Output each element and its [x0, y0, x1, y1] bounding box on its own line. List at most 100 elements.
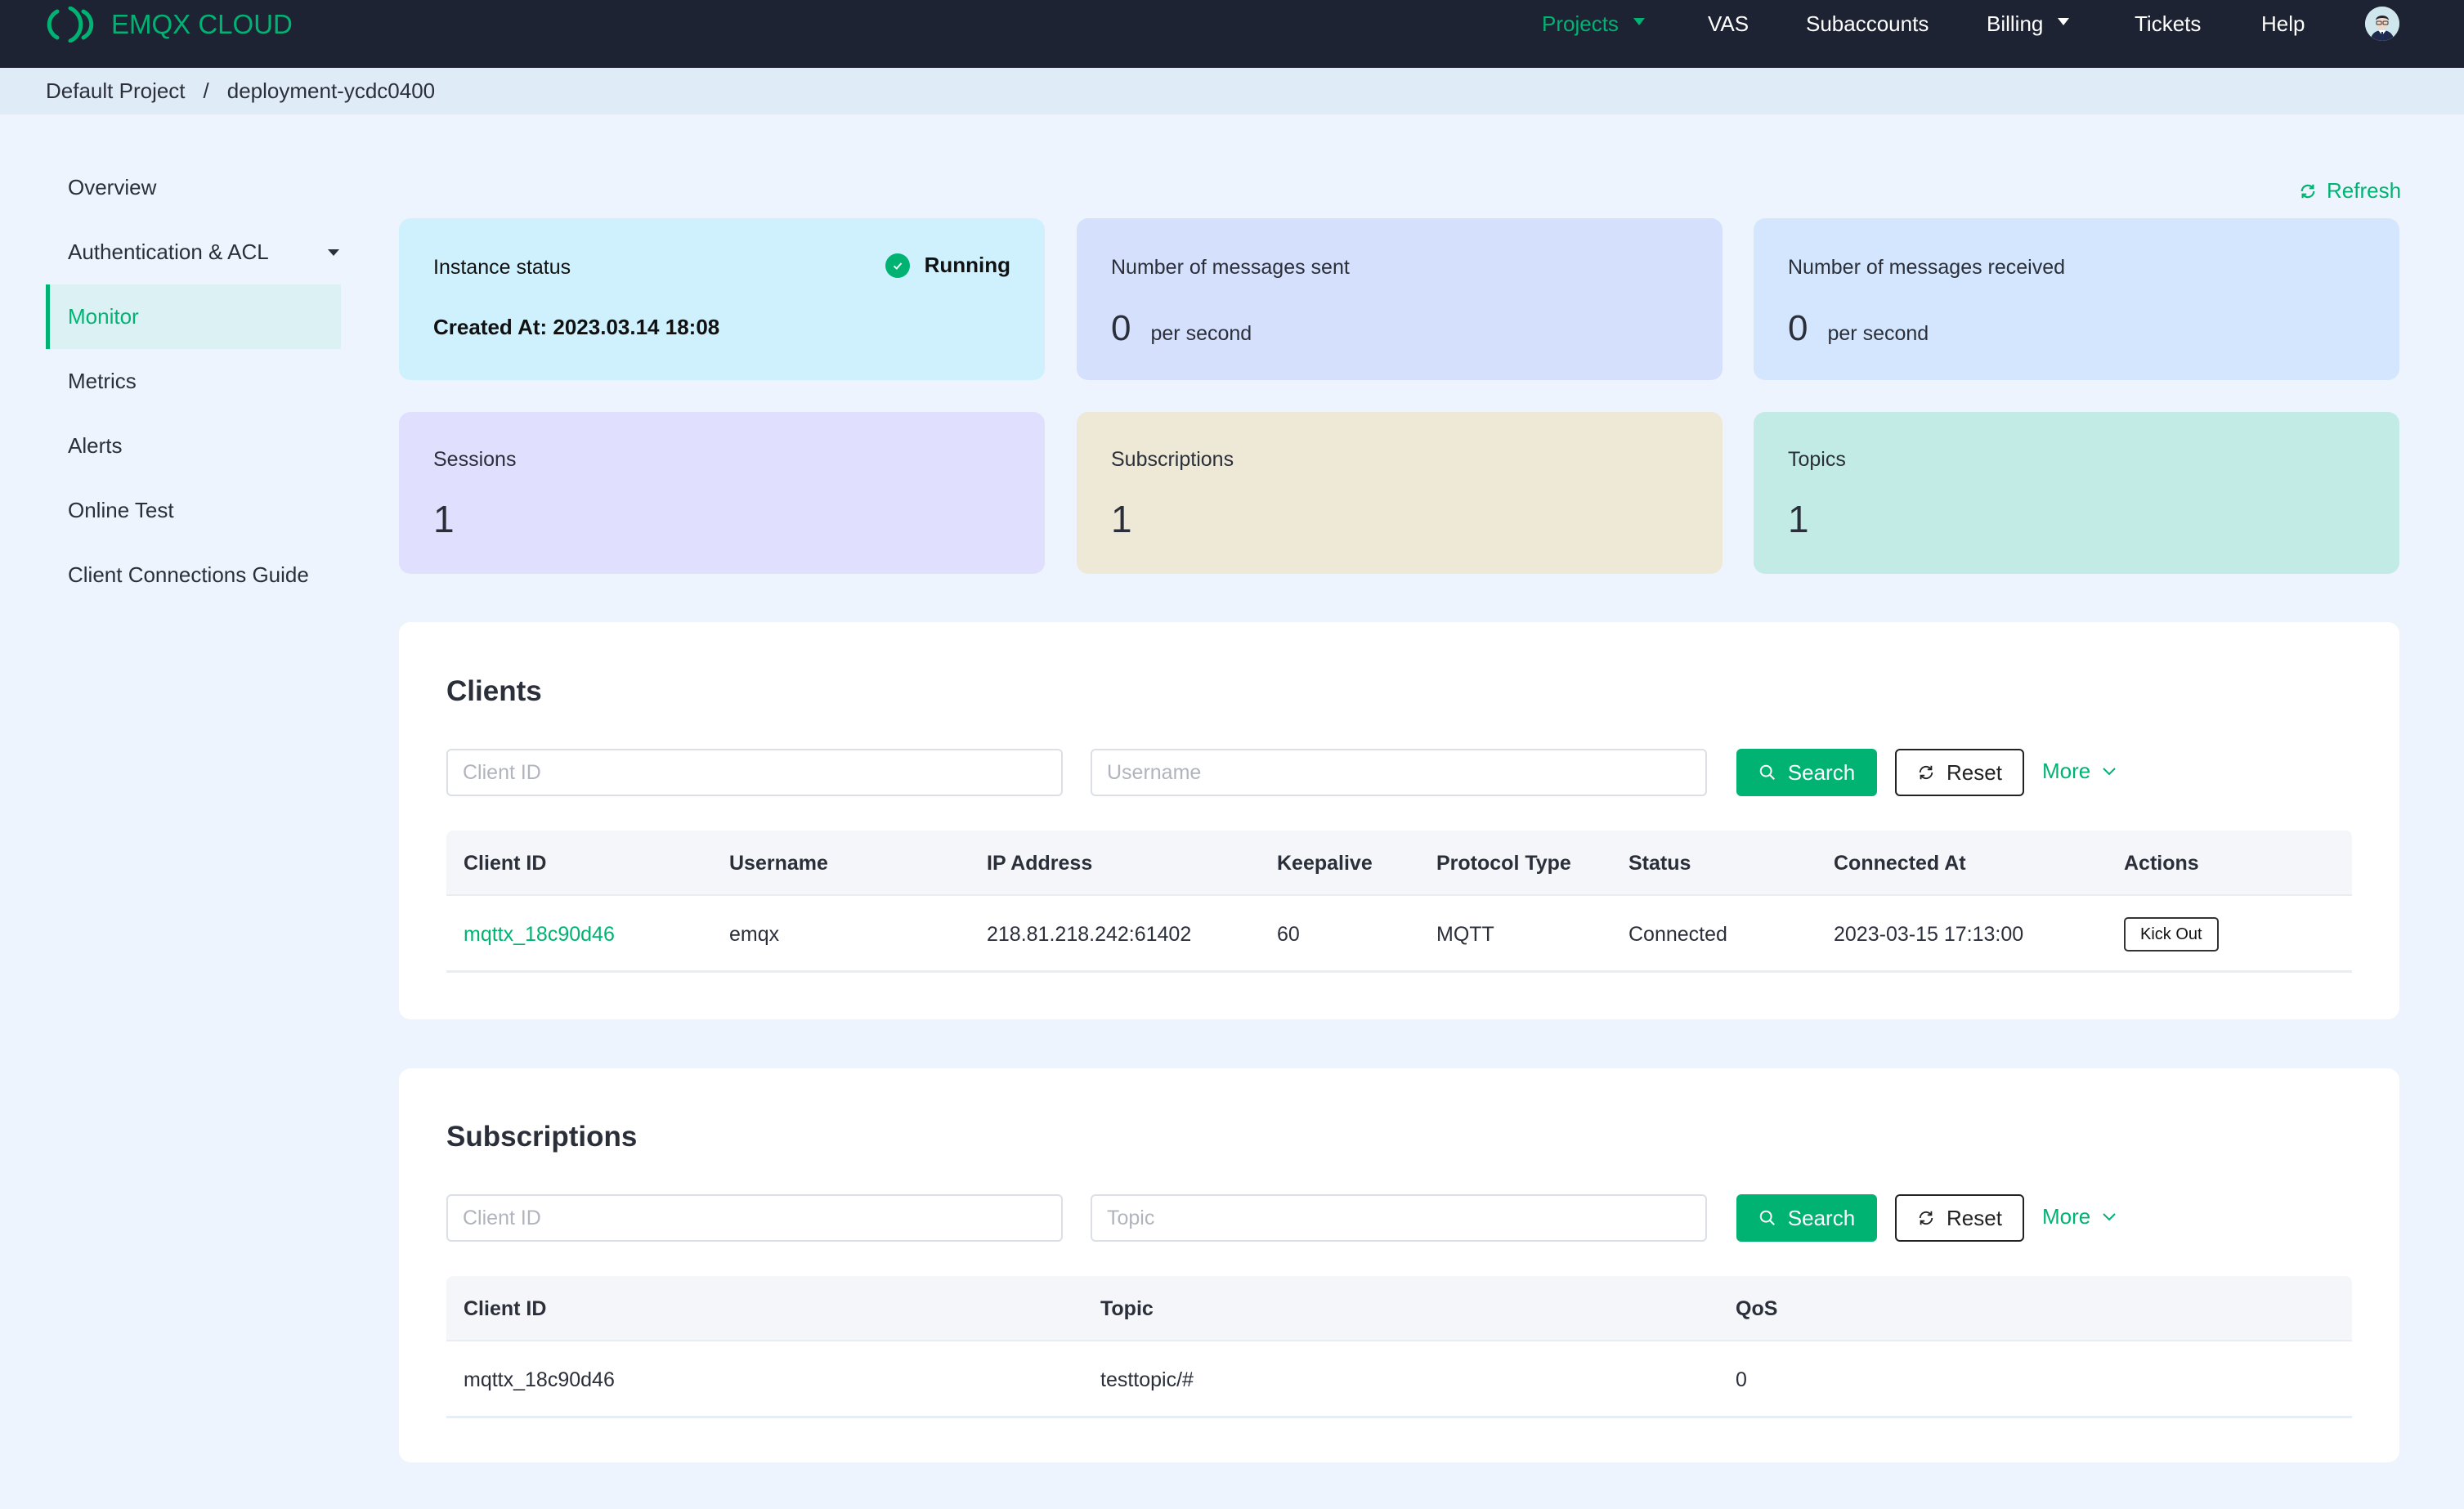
cell-actions: Kick Out [2124, 896, 2219, 973]
sidebar-item-alerts[interactable]: Alerts [46, 414, 341, 478]
caret-down-icon [328, 249, 339, 256]
messages-received-card: Number of messages received 0 per second [1754, 218, 2399, 380]
sidebar-item-online-test[interactable]: Online Test [46, 478, 341, 543]
nav-tickets-label: Tickets [2135, 11, 2202, 36]
cell-username: emqx [729, 922, 780, 946]
topics-value: 1 [1788, 498, 1809, 540]
more-label: More [2042, 1204, 2091, 1229]
reset-icon [1919, 765, 1933, 780]
nav-projects[interactable]: Projects [1542, 11, 1645, 37]
nav-vas[interactable]: VAS [1708, 11, 1749, 37]
top-navbar: EMQX CLOUD Projects VAS Subaccounts Bill… [0, 0, 2464, 68]
breadcrumb-deployment: deployment-ycdc0400 [226, 78, 436, 103]
chevron-down-icon [2103, 1212, 2116, 1220]
reset-icon [1919, 1211, 1933, 1225]
client-id-input[interactable] [446, 749, 1063, 796]
nav-billing[interactable]: Billing [1987, 11, 2070, 37]
messages-sent-card: Number of messages sent 0 per second [1077, 218, 1723, 380]
refresh-label: Refresh [2327, 178, 2402, 203]
reset-label: Reset [1947, 759, 2002, 785]
sidebar-item-client-connections-guide[interactable]: Client Connections Guide [46, 543, 341, 607]
clients-search-button[interactable]: Search [1736, 749, 1877, 796]
subscriptions-table-header: Client ID Topic QoS [446, 1276, 2352, 1341]
sidebar-item-authentication-acl[interactable]: Authentication & ACL [46, 220, 341, 284]
cell-qos: 0 [1736, 1368, 1747, 1391]
sessions-card: Sessions 1 [399, 412, 1045, 574]
col-topic: Topic [1100, 1296, 1154, 1320]
clients-title: Clients [446, 675, 542, 707]
subscriptions-search-button[interactable]: Search [1736, 1194, 1877, 1242]
user-avatar-icon [2365, 7, 2399, 41]
sessions-label: Sessions [433, 448, 517, 471]
col-username: Username [729, 851, 828, 875]
more-label: More [2042, 759, 2091, 783]
created-at: Created At: 2023.03.14 18:08 [433, 315, 720, 339]
clients-panel: Clients Search Reset More Client ID User… [399, 622, 2399, 1019]
instance-status-card: Instance status Running Created At: 2023… [399, 218, 1045, 380]
sidebar-item-monitor[interactable]: Monitor [46, 284, 341, 349]
messages-sent-unit: per second [1150, 322, 1252, 345]
nav-help[interactable]: Help [2261, 11, 2305, 37]
client-id-link[interactable]: mqttx_18c90d46 [464, 896, 615, 973]
refresh-icon [2300, 184, 2315, 198]
status-badge: Running [885, 253, 1010, 278]
subscriptions-title: Subscriptions [446, 1121, 638, 1153]
subscriptions-label: Subscriptions [1111, 448, 1234, 471]
user-avatar[interactable] [2365, 7, 2399, 41]
sidebar-item-label: Metrics [68, 369, 137, 393]
messages-received-value: 0 [1788, 308, 1808, 348]
subscriptions-value: 1 [1111, 498, 1132, 540]
subscriptions-more-toggle[interactable]: More [2042, 1204, 2117, 1229]
reset-label: Reset [1947, 1205, 2002, 1230]
table-row: mqttx_18c90d46 testtopic/# 0 [446, 1341, 2352, 1418]
col-actions: Actions [2124, 851, 2199, 875]
subscription-client-id-input[interactable] [446, 1194, 1063, 1242]
breadcrumb-project[interactable]: Default Project [46, 78, 186, 104]
sidebar-item-label: Monitor [68, 304, 139, 329]
sessions-value: 1 [433, 498, 455, 540]
nav-subaccounts[interactable]: Subaccounts [1806, 11, 1929, 37]
caret-down-icon [2058, 18, 2070, 25]
search-icon [1759, 764, 1775, 780]
messages-received-label: Number of messages received [1788, 256, 2066, 279]
sidebar-item-overview[interactable]: Overview [46, 155, 341, 220]
subscriptions-reset-button[interactable]: Reset [1895, 1194, 2024, 1242]
col-protocol-type: Protocol Type [1436, 851, 1571, 875]
sidebar-item-metrics[interactable]: Metrics [46, 349, 341, 414]
brand-logo[interactable]: EMQX CLOUD [46, 7, 293, 43]
search-label: Search [1787, 759, 1856, 785]
sidebar-item-label: Authentication & ACL [68, 240, 269, 264]
topics-card: Topics 1 [1754, 412, 2399, 574]
nav-projects-label: Projects [1542, 11, 1619, 36]
nav-subaccounts-label: Subaccounts [1806, 11, 1929, 36]
topic-input[interactable] [1091, 1194, 1707, 1242]
messages-sent-value-row: 0 per second [1111, 308, 1252, 349]
brand-name: EMQX CLOUD [111, 9, 293, 39]
breadcrumb-separator: / [203, 78, 209, 103]
clients-table-header: Client ID Username IP Address Keepalive … [446, 831, 2352, 896]
sidebar: Overview Authentication & ACL Monitor Me… [46, 155, 341, 607]
col-qos: QoS [1736, 1296, 1778, 1320]
username-input[interactable] [1091, 749, 1707, 796]
subscriptions-panel: Subscriptions Search Reset More Client I… [399, 1068, 2399, 1462]
col-client-id: Client ID [464, 851, 547, 875]
search-icon [1759, 1210, 1775, 1225]
kick-out-button[interactable]: Kick Out [2124, 917, 2219, 952]
search-label: Search [1787, 1205, 1856, 1230]
col-connected-at: Connected At [1834, 851, 1966, 875]
topics-label: Topics [1788, 448, 1846, 471]
cell-client-id: mqttx_18c90d46 [464, 1368, 615, 1391]
messages-sent-label: Number of messages sent [1111, 256, 1350, 279]
col-keepalive: Keepalive [1277, 851, 1373, 875]
cell-protocol: MQTT [1436, 922, 1494, 946]
sidebar-item-label: Online Test [68, 498, 174, 522]
emqx-logo-icon [47, 7, 94, 43]
messages-received-value-row: 0 per second [1788, 308, 1929, 349]
check-circle-icon [885, 253, 910, 278]
clients-reset-button[interactable]: Reset [1895, 749, 2024, 796]
messages-sent-value: 0 [1111, 308, 1131, 348]
clients-more-toggle[interactable]: More [2042, 759, 2117, 784]
nav-tickets[interactable]: Tickets [2135, 11, 2201, 37]
cell-ip-address: 218.81.218.242:61402 [987, 922, 1192, 946]
refresh-button[interactable]: Refresh [2299, 178, 2401, 204]
